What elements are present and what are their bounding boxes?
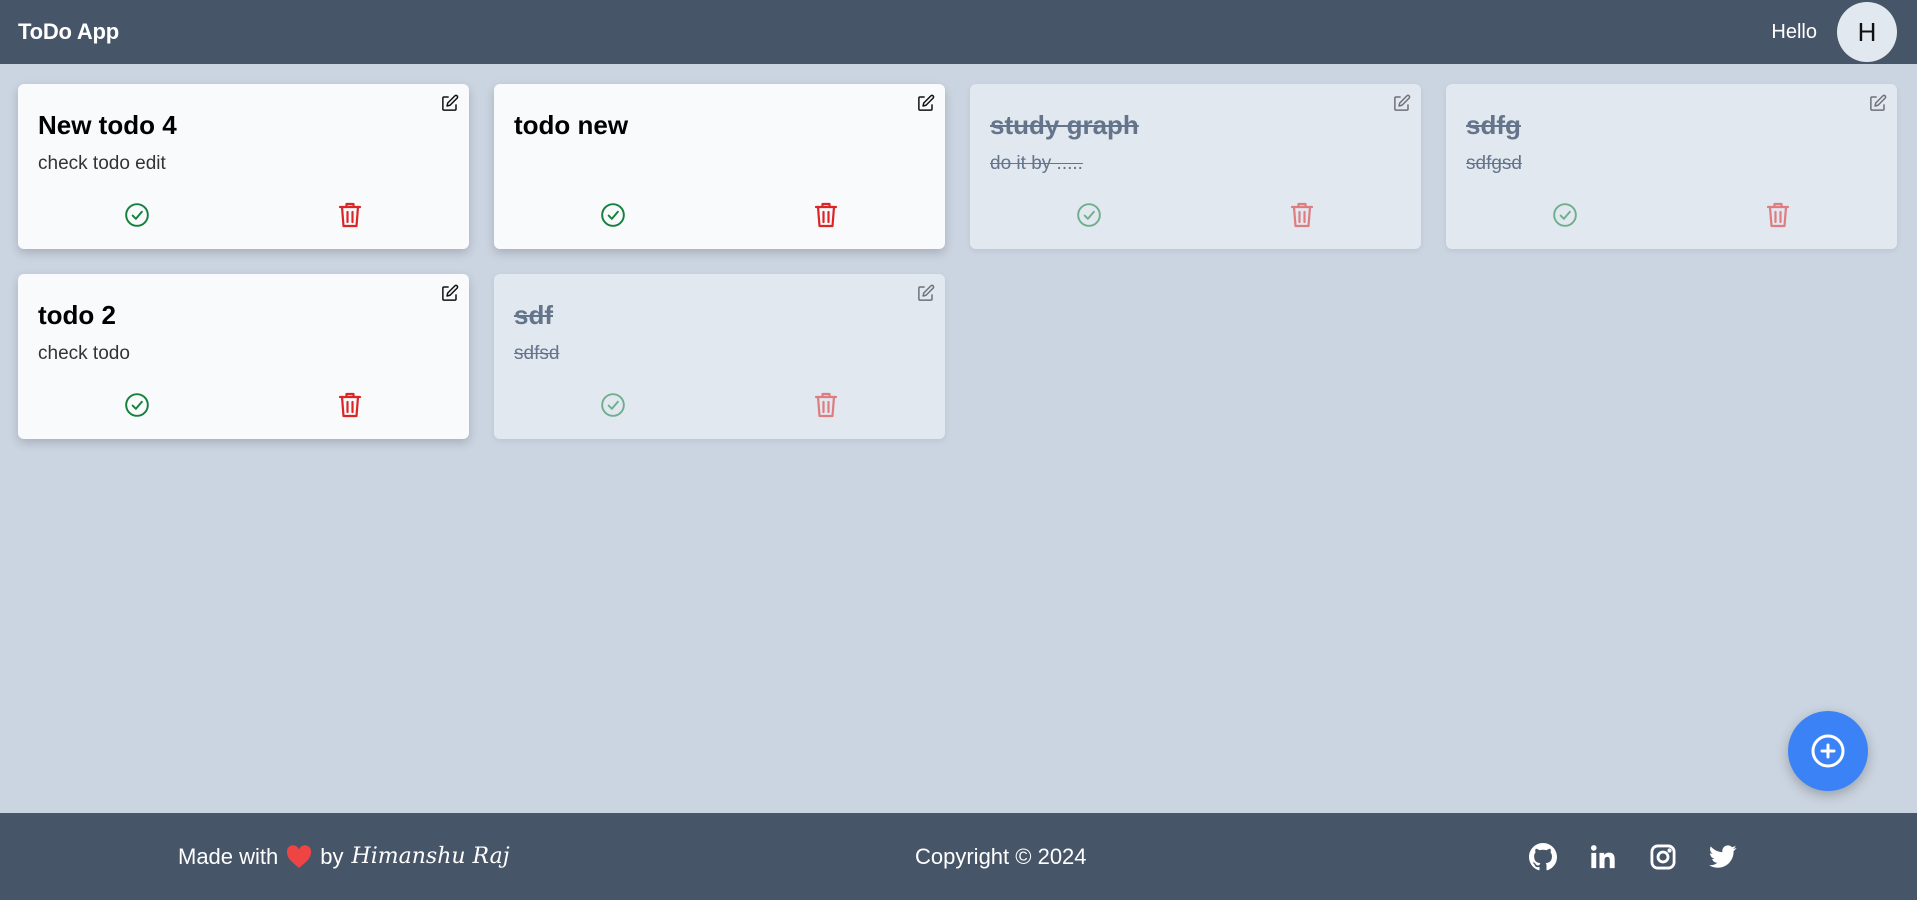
edit-icon (918, 94, 935, 111)
edit-button[interactable] (1867, 92, 1889, 114)
todo-description: sdfsd (514, 343, 560, 364)
edit-icon (918, 284, 935, 301)
edit-button[interactable] (1391, 92, 1413, 114)
check-circle-icon (600, 393, 625, 417)
trash-icon (815, 392, 838, 418)
edit-icon (1870, 94, 1887, 111)
edit-icon (442, 284, 459, 301)
made-with-text: Made with by Himanshu Raj (178, 813, 510, 900)
edit-button[interactable] (439, 282, 461, 304)
todo-card: todo 2 check todo (18, 274, 469, 439)
check-circle-icon (1552, 203, 1577, 227)
complete-button[interactable] (1550, 200, 1580, 230)
twitter-icon (1709, 844, 1737, 868)
user-area: Hello H (1771, 2, 1897, 62)
avatar[interactable]: H (1837, 2, 1897, 62)
made-with-label: Made with (178, 843, 279, 869)
trash-icon (1767, 202, 1790, 228)
todo-description (514, 152, 925, 176)
social-links (1528, 813, 1738, 900)
todo-description: check todo edit (38, 153, 166, 174)
todo-title: study graph (990, 110, 1139, 140)
app-title: ToDo App (18, 19, 120, 44)
instagram-icon (1650, 844, 1676, 869)
trash-icon (815, 202, 838, 228)
trash-icon (339, 202, 362, 228)
todo-actions (970, 200, 1421, 230)
todo-title: sdfg (1466, 110, 1521, 140)
author-name: Himanshu Raj (351, 844, 510, 869)
todo-actions (494, 200, 945, 230)
by-label: by (320, 843, 344, 869)
heart-icon (287, 844, 312, 868)
copyright-text: Copyright © 2024 (915, 843, 1087, 869)
delete-button[interactable] (811, 200, 841, 230)
todo-card: sdf sdfsd (494, 274, 945, 439)
trash-icon (1291, 202, 1314, 228)
todo-grid: New todo 4 check todo edit todo new study g… (18, 84, 1897, 439)
todo-description: do it by ..... (990, 153, 1083, 174)
delete-button[interactable] (335, 390, 365, 420)
delete-button[interactable] (335, 200, 365, 230)
check-circle-icon (124, 203, 149, 227)
check-circle-icon (124, 393, 149, 417)
trash-icon (339, 392, 362, 418)
github-link[interactable] (1528, 842, 1558, 872)
edit-button[interactable] (915, 282, 937, 304)
todo-actions (1446, 200, 1897, 230)
complete-button[interactable] (1074, 200, 1104, 230)
todo-title: todo 2 (38, 300, 116, 330)
todo-description: sdfgsd (1466, 153, 1522, 174)
complete-button[interactable] (122, 390, 152, 420)
github-icon (1529, 842, 1557, 870)
linkedin-icon (1590, 844, 1615, 868)
complete-button[interactable] (598, 390, 628, 420)
todo-description: check todo (38, 343, 130, 364)
delete-button[interactable] (811, 390, 841, 420)
edit-icon (1394, 94, 1411, 111)
delete-button[interactable] (1763, 200, 1793, 230)
todo-card: study graph do it by ..... (970, 84, 1421, 249)
delete-button[interactable] (1287, 200, 1317, 230)
instagram-link[interactable] (1648, 842, 1678, 872)
todo-card: sdfg sdfgsd (1446, 84, 1897, 249)
todo-actions (18, 390, 469, 420)
linkedin-link[interactable] (1588, 842, 1618, 872)
add-todo-button[interactable] (1788, 711, 1868, 791)
twitter-link[interactable] (1708, 842, 1738, 872)
todo-actions (494, 390, 945, 420)
todo-title: sdf (514, 300, 553, 330)
footer: Made with by Himanshu Raj Copyright © 20… (0, 813, 1917, 900)
complete-button[interactable] (122, 200, 152, 230)
greeting-text: Hello (1771, 20, 1817, 43)
todo-card: New todo 4 check todo edit (18, 84, 469, 249)
edit-icon (442, 94, 459, 111)
check-circle-icon (600, 203, 625, 227)
plus-circle-icon (1811, 734, 1845, 768)
todo-title: todo new (514, 110, 629, 140)
edit-button[interactable] (439, 92, 461, 114)
complete-button[interactable] (598, 200, 628, 230)
todo-actions (18, 200, 469, 230)
todo-card: todo new (494, 84, 945, 249)
edit-button[interactable] (915, 92, 937, 114)
todo-title: New todo 4 (38, 110, 177, 140)
navbar: ToDo App Hello H (0, 0, 1917, 64)
check-circle-icon (1076, 203, 1101, 227)
